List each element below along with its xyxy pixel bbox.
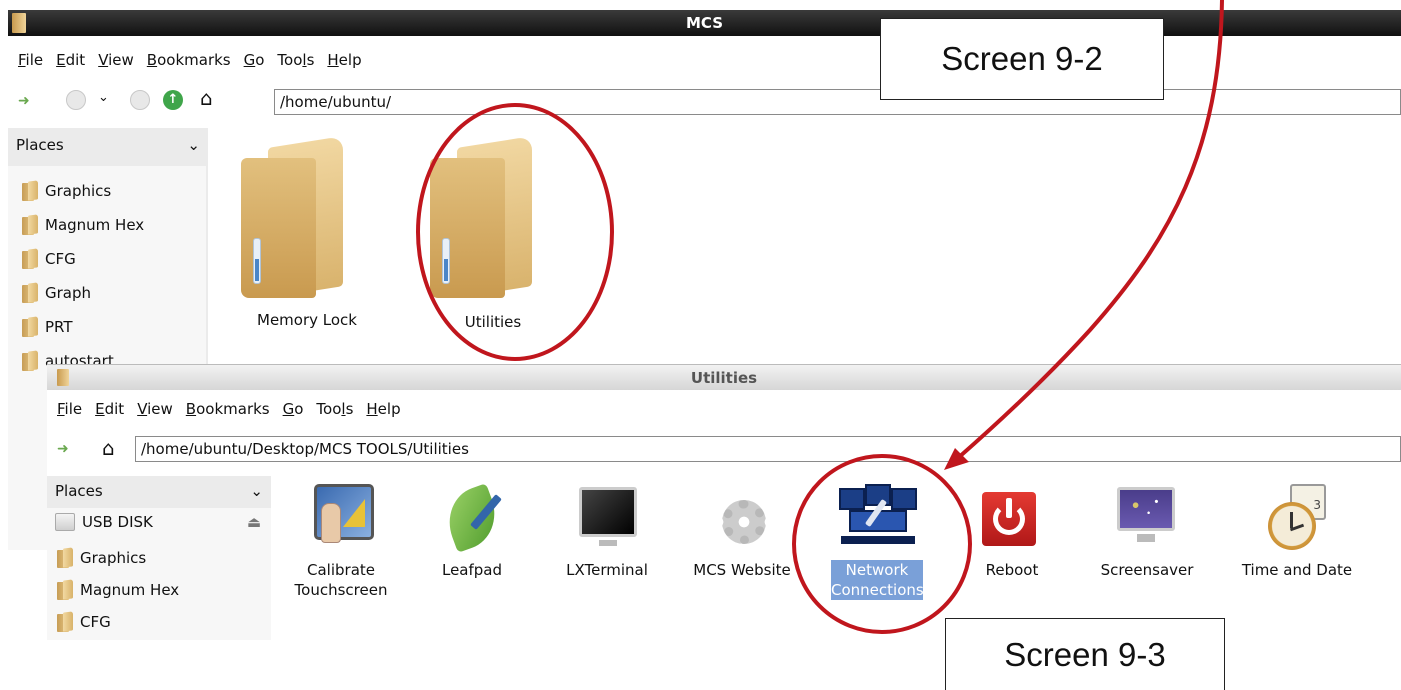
arrow-line — [956, 0, 1224, 460]
pointer-arrow — [944, 0, 1224, 470]
